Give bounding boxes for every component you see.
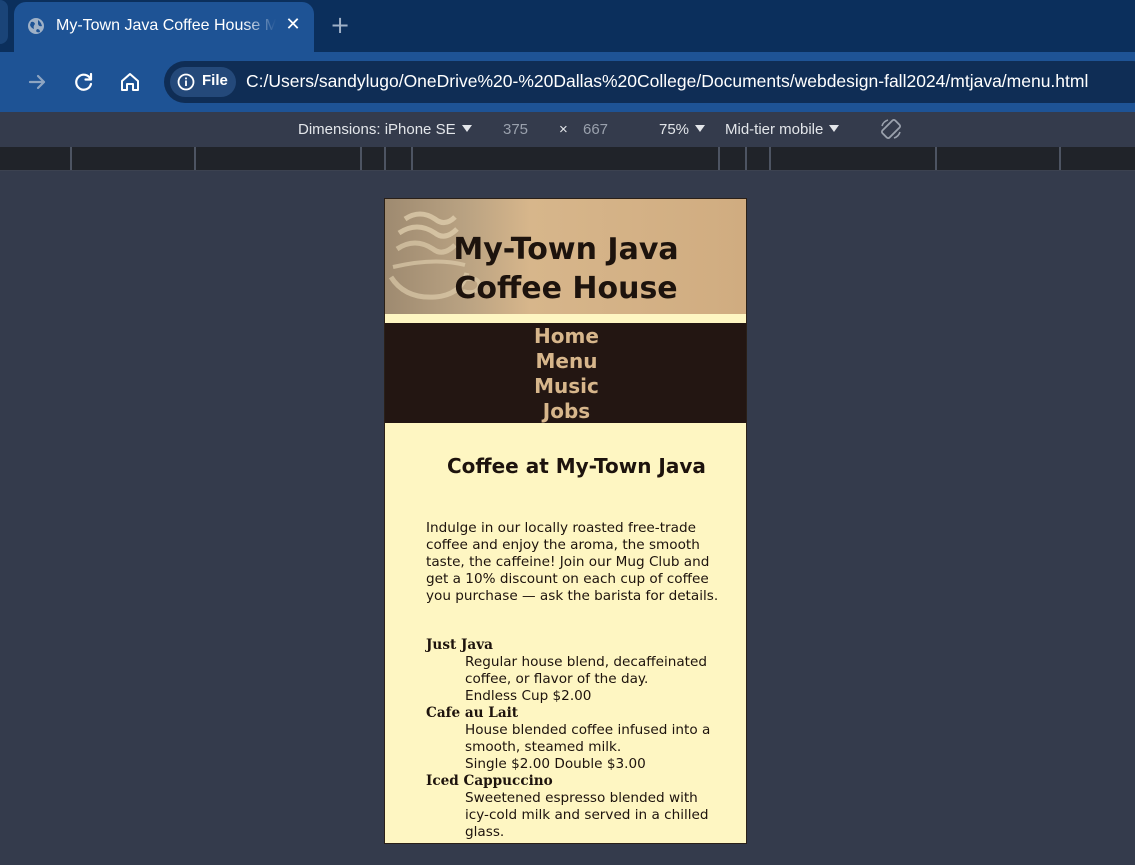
times-sign: × — [559, 121, 568, 138]
height-input[interactable]: 667 — [583, 121, 608, 138]
site-info-chip[interactable]: File — [170, 67, 236, 97]
browser-toolbar: File C:/Users/sandylugo/OneDrive%20-%20D… — [0, 52, 1135, 112]
chevron-down-icon — [829, 125, 840, 132]
nav-link-home[interactable]: Home — [385, 324, 746, 349]
ruler-marker — [411, 147, 413, 170]
chevron-down-icon — [461, 125, 472, 132]
zoom-select-label: 75% — [659, 121, 690, 138]
info-icon — [177, 73, 195, 91]
ruler-marker — [769, 147, 771, 170]
globe-icon — [28, 18, 44, 34]
site-title: My-Town Java Coffee House — [453, 232, 679, 306]
nav-link-menu[interactable]: Menu — [385, 349, 746, 374]
menu-item-description: Sweetened espresso blended with icy-cold… — [465, 790, 725, 841]
menu-list: Just Java Regular house blend, decaffein… — [426, 637, 726, 841]
url-text[interactable]: C:/Users/sandylugo/OneDrive%20-%20Dallas… — [246, 71, 1088, 92]
site-nav: Home Menu Music Jobs — [385, 323, 746, 424]
device-select-label: Dimensions: iPhone SE — [298, 121, 456, 138]
device-select[interactable]: Dimensions: iPhone SE — [298, 121, 472, 138]
ruler-marker — [718, 147, 720, 170]
width-input[interactable]: 375 — [503, 121, 528, 138]
ruler-marker — [745, 147, 747, 170]
page-heading: Coffee at My-Town Java — [447, 454, 706, 478]
menu-item-description-text: House blended coffee infused into a smoo… — [465, 722, 711, 755]
new-tab-icon[interactable]: + — [328, 12, 352, 38]
previous-tab-edge[interactable] — [0, 0, 8, 44]
nav-link-jobs[interactable]: Jobs — [385, 399, 746, 424]
ruler-marker — [70, 147, 72, 170]
home-icon[interactable] — [116, 68, 144, 96]
menu-item-description-text: Sweetened espresso blended with icy-cold… — [465, 790, 709, 840]
menu-item-name: Just Java — [426, 637, 493, 653]
tab-title: My-Town Java Coffee House Menu — [56, 17, 276, 34]
rotate-icon[interactable] — [879, 117, 903, 141]
reload-icon[interactable] — [70, 68, 98, 96]
media-query-ruler[interactable] — [0, 147, 1135, 171]
menu-item-description: Regular house blend, decaffeinated coffe… — [465, 654, 725, 705]
tab-active[interactable]: My-Town Java Coffee House Menu ✕ — [14, 2, 314, 52]
menu-item-price: Single $2.00 Double $3.00 — [465, 756, 646, 772]
ruler-marker — [935, 147, 937, 170]
menu-item-description-text: Regular house blend, decaffeinated coffe… — [465, 654, 707, 687]
ruler-marker — [384, 147, 386, 170]
site-info-label: File — [202, 72, 228, 89]
forward-arrow-icon[interactable] — [23, 68, 51, 96]
chevron-down-icon — [695, 125, 706, 132]
site-header: My-Town Java Coffee House — [385, 199, 746, 319]
device-toolbar: Dimensions: iPhone SE 375 × 667 75% Mid-… — [0, 112, 1135, 147]
intro-paragraph: Indulge in our locally roasted free-trad… — [426, 520, 719, 604]
menu-item-name: Iced Cappuccino — [426, 773, 553, 789]
menu-item-price: Endless Cup $2.00 — [465, 688, 592, 704]
menu-item-name: Cafe au Lait — [426, 705, 519, 721]
throttling-select-label: Mid-tier mobile — [725, 121, 824, 138]
ruler-marker — [1059, 147, 1061, 170]
device-viewport: My-Town Java Coffee House Home Menu Musi… — [384, 198, 747, 844]
close-tab-icon[interactable]: ✕ — [282, 14, 304, 36]
ruler-marker — [194, 147, 196, 170]
nav-link-music[interactable]: Music — [385, 374, 746, 399]
zoom-select[interactable]: 75% — [659, 121, 706, 138]
throttling-select[interactable]: Mid-tier mobile — [725, 121, 840, 138]
tab-strip: My-Town Java Coffee House Menu ✕ + — [0, 0, 1135, 52]
ruler-marker — [360, 147, 362, 170]
address-bar[interactable]: File C:/Users/sandylugo/OneDrive%20-%20D… — [164, 61, 1135, 103]
menu-item-description: House blended coffee infused into a smoo… — [465, 722, 725, 773]
